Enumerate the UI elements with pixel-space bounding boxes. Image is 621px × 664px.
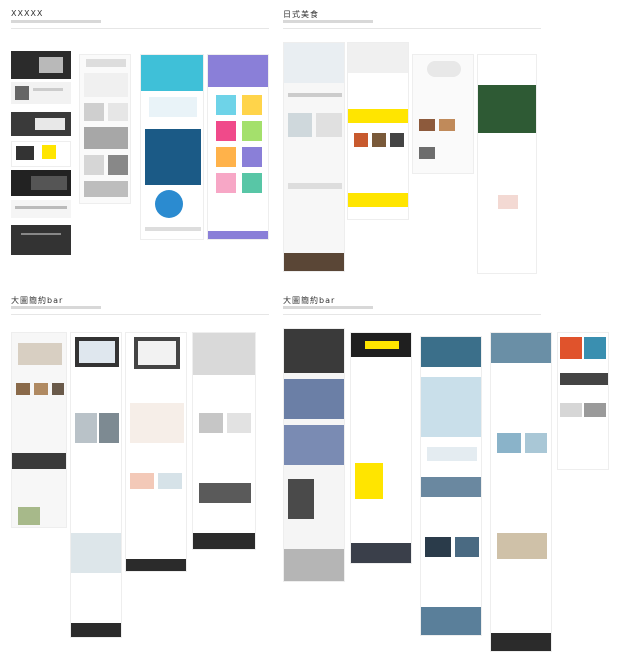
design-thumbnail-kitchen[interactable] [283,42,345,272]
design-thumbnail-interior[interactable] [192,332,256,550]
section-title-2: 日式美食 [283,10,319,19]
design-thumbnail-food[interactable] [11,332,67,528]
section-title-1: XXXXX [11,9,44,18]
design-thumbnail-dark-2[interactable] [11,112,71,136]
section-divider-2 [283,28,541,29]
design-thumbnail-purple[interactable] [207,54,269,240]
section-divider-1 [11,28,269,29]
design-thumbnail-cafe[interactable] [412,54,474,174]
section-divider-3 [11,314,269,315]
section-divider-4 [283,314,541,315]
section-subtitle-1 [11,20,101,23]
design-thumbnail-ocean[interactable] [420,336,482,636]
design-thumbnail-travel[interactable] [490,332,552,652]
section-subtitle-3 [11,306,101,309]
design-thumbnail-dark-1[interactable] [11,51,71,79]
design-thumbnail-page-b[interactable] [79,54,131,204]
design-thumbnail-yellow-menu[interactable] [347,42,409,220]
design-thumbnail-teal[interactable] [140,54,204,240]
design-thumbnail-dark-4[interactable] [11,225,71,255]
design-thumbnail-garden[interactable] [477,54,537,274]
design-thumbnail-strip[interactable] [11,200,71,218]
design-thumbnail-gold[interactable] [350,332,412,564]
design-thumbnail-yellow[interactable] [11,141,71,167]
design-thumbnail-desktop[interactable] [125,332,187,572]
design-thumbnail-fashion[interactable] [283,328,345,582]
section-subtitle-2 [283,20,373,23]
section-title-3: 大圖簡約bar [11,296,64,305]
section-title-4: 大圖簡約bar [283,296,336,305]
design-thumbnail-dark-3[interactable] [11,170,71,196]
design-thumbnail-brand[interactable] [557,332,609,470]
design-thumbnail-laptop[interactable] [70,332,122,638]
design-thumbnail-light-1[interactable] [11,82,71,104]
section-subtitle-4 [283,306,373,309]
